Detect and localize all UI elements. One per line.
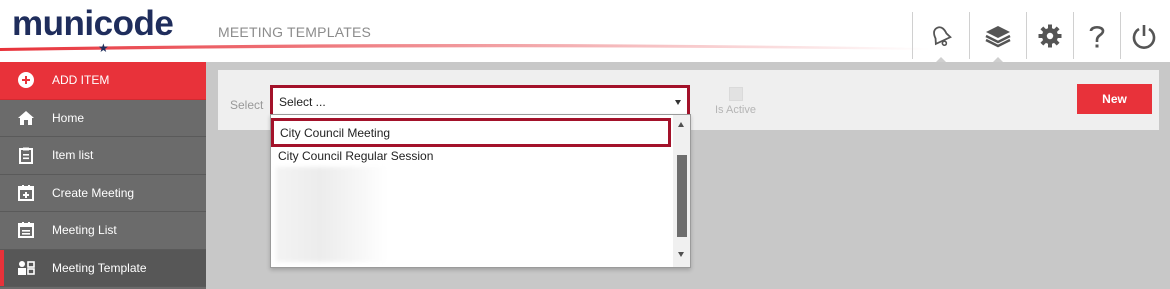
sidebar-item-label: Meeting Template [52,260,147,275]
template-icon [0,260,52,276]
scroll-thumb[interactable] [677,155,687,237]
dropdown-scrollbar[interactable] [673,115,690,267]
plus-circle-icon [0,72,52,89]
redacted-options [276,167,387,262]
sidebar-item-label: Home [52,110,85,125]
sidebar-item-create-meeting[interactable]: Create Meeting [0,175,206,212]
layers-icon [985,25,1011,47]
is-active-checkbox[interactable] [729,87,743,101]
calendar-plus-icon [0,184,52,201]
sidebar-item-label: Item list [52,148,94,163]
sidebar-item-label: Create Meeting [52,185,135,200]
sidebar-item-label: Meeting List [52,223,117,238]
sidebar-item-item-list[interactable]: Item list [0,137,206,175]
help-button[interactable] [1073,12,1120,59]
logo-swoosh [0,44,930,51]
municode-logo[interactable]: municode [12,4,174,44]
header-toolbar [912,12,1167,63]
layers-button[interactable] [969,12,1026,63]
new-button[interactable]: New [1077,84,1152,114]
sidebar-item-label: ADD ITEM [52,73,110,88]
gear-icon [1038,24,1062,47]
sidebar-item-meeting-template[interactable]: Meeting Template [0,249,206,287]
chevron-down-icon [675,100,681,105]
template-dropdown-list: City Council Meeting City Council Regula… [270,114,691,268]
logo-star-icon: ★ [98,41,109,55]
sidebar-item-add-item[interactable]: ADD ITEM [0,62,206,100]
calendar-list-icon [0,222,52,239]
help-icon [1089,25,1105,47]
bell-icon [933,25,952,46]
sidebar: ADD ITEM Home Item list Create Meeting M… [0,62,206,289]
dropdown-option-city-council-regular-session[interactable]: City Council Regular Session [278,149,433,163]
scroll-up-arrow-icon[interactable] [678,122,684,127]
page-title: MEETING TEMPLATES [218,24,372,40]
notifications-button[interactable] [912,12,969,63]
app-window: municode ★ MEETING TEMPLATES ADD ITEM Ho… [0,0,1170,289]
clipboard-icon [0,147,52,164]
is-active-label: Is Active [715,104,756,116]
sidebar-item-meeting-list[interactable]: Meeting List [0,212,206,250]
settings-button[interactable] [1026,12,1073,59]
header: municode ★ MEETING TEMPLATES [0,0,1170,63]
sidebar-item-home[interactable]: Home [0,100,206,137]
power-icon [1132,24,1156,49]
template-select-value: Select ... [279,95,326,109]
logout-button[interactable] [1120,12,1167,59]
select-label: Select [230,98,264,112]
home-icon [0,110,52,126]
scroll-down-arrow-icon[interactable] [678,252,684,257]
dropdown-option-city-council-meeting[interactable]: City Council Meeting [271,118,671,147]
